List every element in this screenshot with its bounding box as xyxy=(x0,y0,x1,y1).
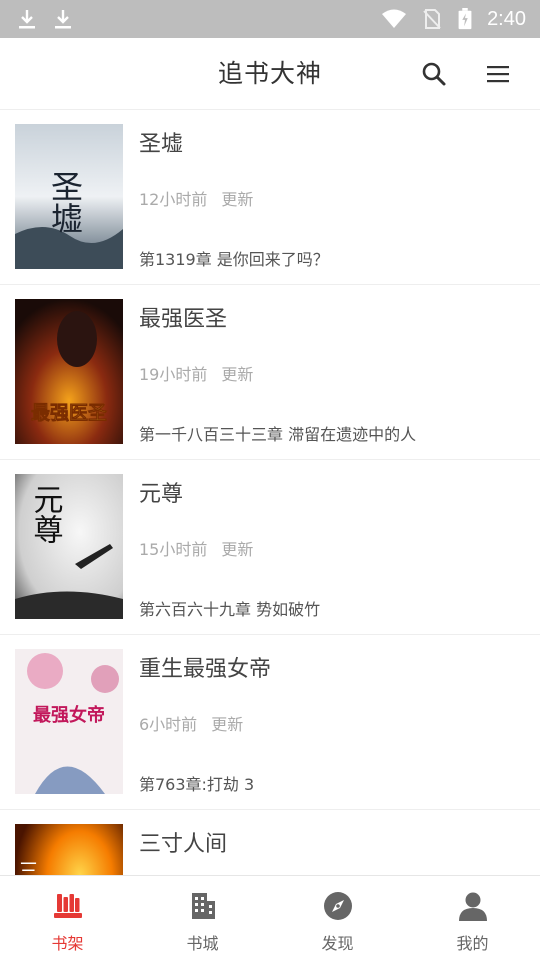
app-header: 追书大神 xyxy=(0,38,540,110)
cover-title: 最强医圣 xyxy=(31,402,108,424)
cover-image: 圣墟 xyxy=(15,124,123,269)
cover-image: 最强医圣 xyxy=(15,299,123,444)
nav-label: 书架 xyxy=(51,934,84,953)
update-label: 更新 xyxy=(221,365,254,384)
cover-image: 元尊 xyxy=(15,474,123,619)
search-button[interactable] xyxy=(414,54,454,94)
update-time: 6小时前 xyxy=(139,715,198,734)
book-title: 最强医圣 xyxy=(139,307,228,332)
cover-title: 最强女帝 xyxy=(33,704,105,726)
book-cover: 最强医圣 xyxy=(15,299,123,444)
latest-chapter: 第763章:打劫 3 xyxy=(139,775,255,794)
nav-profile[interactable]: 我的 xyxy=(405,876,540,960)
download-icon xyxy=(19,10,35,29)
book-item[interactable]: 圣墟 圣墟 12小时前 更新 第1319章 是你回来了吗？ xyxy=(0,110,540,285)
book-item[interactable]: 最强女帝 重生最强女帝 6小时前 更新 第763章:打劫 3 xyxy=(0,635,540,810)
menu-icon xyxy=(487,66,509,83)
nav-bookstore[interactable]: 书城 xyxy=(135,876,270,960)
nav-label: 发现 xyxy=(321,934,354,953)
book-meta: 6小时前 更新 xyxy=(139,711,243,735)
book-item[interactable]: 元尊 元尊 15小时前 更新 第六百六十九章 势如破竹 xyxy=(0,460,540,635)
building-icon xyxy=(191,893,215,919)
cover-image: 最强女帝 xyxy=(15,649,123,794)
status-right: 2:40 xyxy=(381,8,526,31)
compass-icon xyxy=(323,892,352,920)
update-time: 19小时前 xyxy=(139,365,208,384)
book-cover: 元尊 xyxy=(15,474,123,619)
book-meta: 19小时前 更新 xyxy=(139,361,253,385)
status-time: 2:40 xyxy=(487,7,526,30)
cover-title: 元尊 xyxy=(28,484,63,544)
book-title: 元尊 xyxy=(139,482,184,507)
book-item[interactable]: 最强医圣 最强医圣 19小时前 更新 第一千八百三十三章 滞留在遗迹中的人 xyxy=(0,285,540,460)
book-cover: 三寸 xyxy=(15,824,123,875)
book-meta: 15小时前 更新 xyxy=(139,536,253,560)
book-cover: 最强女帝 xyxy=(15,649,123,794)
update-label: 更新 xyxy=(221,190,254,209)
page-title: 追书大神 xyxy=(217,59,322,88)
book-meta: 12小时前 更新 xyxy=(139,186,253,210)
status-left xyxy=(16,8,74,30)
cover-image: 三寸 xyxy=(15,824,123,875)
menu-button[interactable] xyxy=(478,54,518,94)
cover-title: 圣墟 xyxy=(46,170,84,234)
update-label: 更新 xyxy=(221,540,254,559)
book-list: 圣墟 圣墟 12小时前更新 第1319章 是你回来了吗？ 最强医圣 最强医圣 xyxy=(0,110,540,875)
nav-bookshelf[interactable]: 书架 xyxy=(0,876,135,960)
person-icon xyxy=(458,892,487,921)
wifi-icon xyxy=(382,9,407,28)
book-title: 圣墟 xyxy=(139,132,184,157)
battery-charging-icon xyxy=(458,8,472,30)
bookshelf-icon xyxy=(53,894,82,918)
download-icon xyxy=(55,10,71,29)
book-title: 三寸人间 xyxy=(139,832,228,857)
search-icon xyxy=(422,62,446,86)
latest-chapter: 第1319章 是你回来了吗？ xyxy=(139,250,329,269)
nav-label: 我的 xyxy=(456,934,489,953)
status-bar: 2:40 xyxy=(0,0,540,38)
book-item[interactable]: 三寸 三寸人间 xyxy=(0,810,540,875)
nav-discover[interactable]: 发现 xyxy=(270,876,405,960)
update-time: 12小时前 xyxy=(139,190,208,209)
update-label: 更新 xyxy=(211,715,244,734)
latest-chapter: 第一千八百三十三章 滞留在遗迹中的人 xyxy=(139,425,417,444)
book-title: 重生最强女帝 xyxy=(139,657,272,682)
bottom-nav: 书架 书城 发现 我的 xyxy=(0,875,540,960)
no-sim-icon xyxy=(423,9,441,29)
latest-chapter: 第六百六十九章 势如破竹 xyxy=(139,600,321,619)
book-cover: 圣墟 xyxy=(15,124,123,269)
nav-label: 书城 xyxy=(186,934,219,953)
cover-title: 三寸 xyxy=(15,860,39,875)
update-time: 15小时前 xyxy=(139,540,208,559)
